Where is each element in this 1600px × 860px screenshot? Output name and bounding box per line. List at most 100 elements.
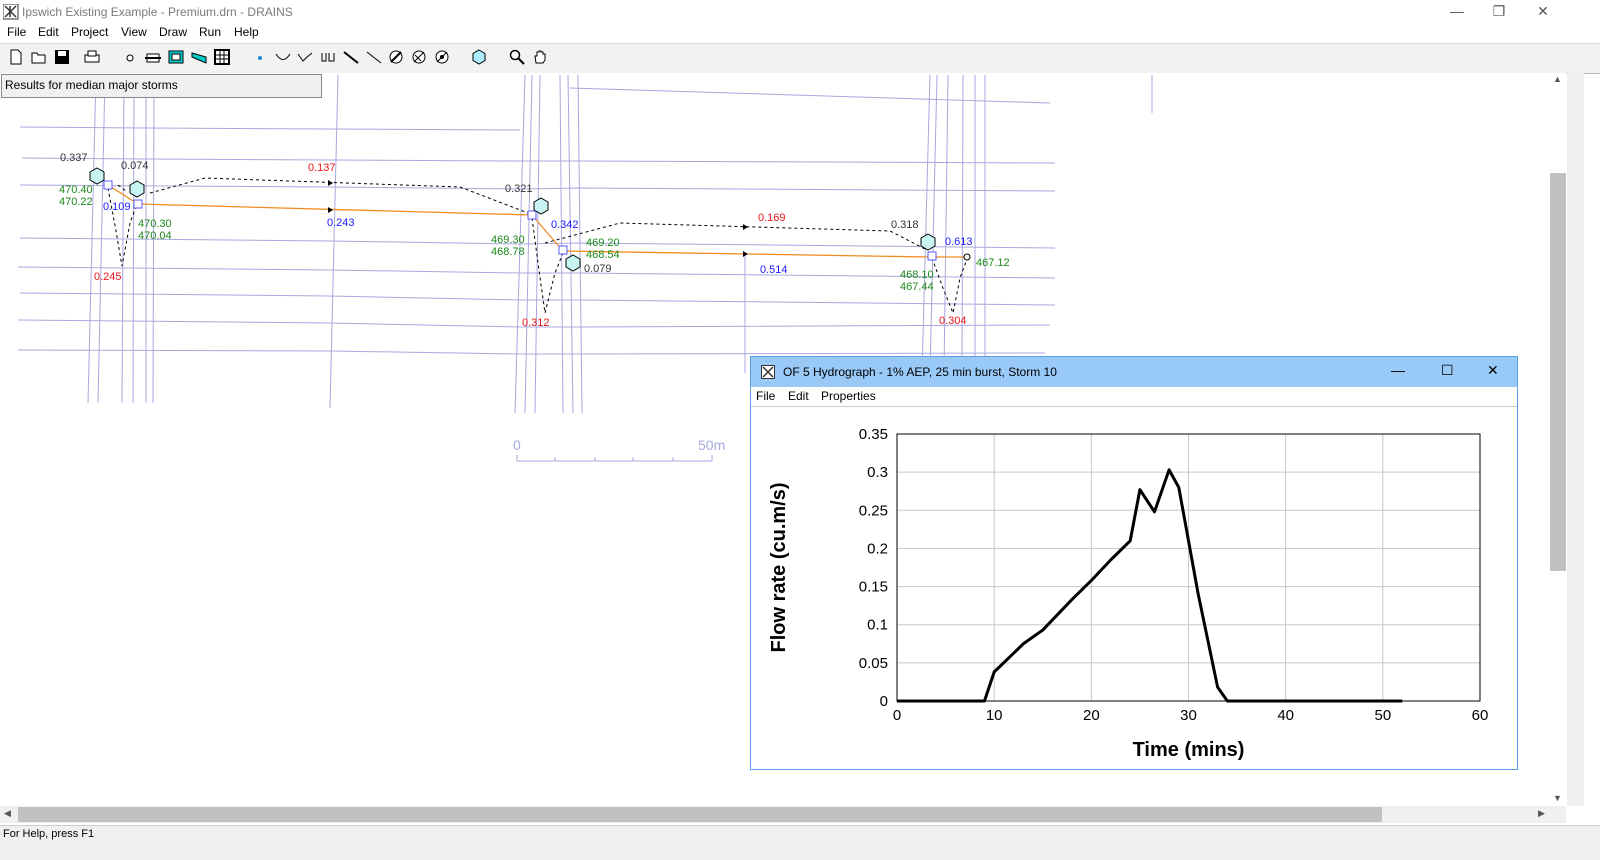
culvert-icon[interactable] — [318, 48, 338, 68]
vertical-scrollbar[interactable] — [1567, 73, 1584, 806]
link-label: 0.137 — [308, 162, 336, 174]
close-button[interactable]: ✕ — [1520, 0, 1566, 24]
minimize-button[interactable]: — — [1434, 0, 1480, 24]
y-tick-label: 0.3 — [867, 464, 888, 481]
menu-draw[interactable]: Draw — [159, 25, 187, 39]
scroll-up-icon[interactable]: ▲ — [1553, 74, 1562, 84]
node-label: 0.304 — [939, 315, 967, 327]
y-tick-label: 0.15 — [859, 579, 888, 596]
hydrograph-series-line — [897, 468, 1403, 703]
y-tick-label: 0.05 — [859, 655, 888, 672]
hydrograph-title-bar[interactable]: OF 5 Hydrograph - 1% AEP, 25 min burst, … — [751, 357, 1517, 387]
x-tick-label: 50 — [1374, 707, 1391, 724]
status-text: For Help, press F1 — [3, 828, 95, 840]
node-label: 0.079 — [584, 263, 612, 275]
menu-properties[interactable]: Properties — [821, 389, 876, 403]
results-caption: Results for median major storms — [1, 74, 322, 98]
pan-hand-icon[interactable] — [530, 48, 550, 68]
x-tick-label: 20 — [1083, 707, 1100, 724]
vertical-scroll-thumb[interactable] — [1550, 173, 1566, 571]
node-label: 0.337 — [60, 152, 88, 164]
menu-help[interactable]: Help — [234, 25, 259, 39]
pit-icon[interactable] — [143, 48, 163, 68]
outlet-label: 467.12 — [976, 257, 1010, 269]
diagonal-icon[interactable] — [364, 48, 384, 68]
y-axis-label: Flow rate (cu.m/s) — [768, 482, 790, 652]
title-bar: Ipswich Existing Example - Premium.drn -… — [0, 0, 1600, 24]
junction-icon[interactable] — [250, 48, 270, 68]
node-label: 0.321 — [505, 183, 533, 195]
x-tick-label: 60 — [1472, 707, 1489, 724]
node-label: 0.245 — [94, 271, 122, 283]
restore-button[interactable]: ❐ — [1476, 0, 1522, 24]
overflow-icon[interactable] — [273, 48, 293, 68]
x-tick-label: 40 — [1277, 707, 1294, 724]
link-label: 0.169 — [758, 212, 786, 224]
hydrograph-title: OF 5 Hydrograph - 1% AEP, 25 min burst, … — [783, 365, 1057, 379]
toolbar — [0, 43, 1600, 74]
zoom-icon[interactable] — [507, 48, 527, 68]
close-button[interactable]: ✕ — [1487, 362, 1499, 379]
x-axis-label: Time (mins) — [1133, 739, 1245, 761]
y-tick-label: 0.1 — [867, 617, 888, 634]
menu-file[interactable]: File — [756, 389, 775, 403]
channel-icon[interactable] — [189, 48, 209, 68]
new-file-icon[interactable] — [6, 48, 26, 68]
node-label: 0.613 — [945, 236, 973, 248]
x-tick-label: 30 — [1180, 707, 1197, 724]
y-tick-label: 0 — [880, 693, 888, 710]
node-label: 469.20 — [586, 237, 620, 249]
hydrograph-window[interactable]: OF 5 Hydrograph - 1% AEP, 25 min burst, … — [750, 356, 1518, 770]
status-bar — [0, 825, 1600, 860]
node-label: 470.04 — [138, 230, 172, 242]
weir-icon[interactable] — [295, 48, 315, 68]
hexagon-icon[interactable] — [469, 48, 489, 68]
window-title: Ipswich Existing Example - Premium.drn -… — [22, 5, 293, 19]
link-icon[interactable] — [341, 48, 361, 68]
node-label: 467.44 — [900, 281, 934, 293]
scroll-right-icon[interactable]: ▶ — [1538, 808, 1545, 819]
link-label: 0.243 — [327, 217, 355, 229]
hydrograph-menu-bar: File Edit Properties — [751, 387, 1517, 407]
minimize-button[interactable]: — — [1391, 362, 1405, 378]
x-tick-label: 10 — [986, 707, 1003, 724]
node-label: 469.30 — [491, 234, 525, 246]
node-label: 468.78 — [491, 246, 525, 258]
y-tick-label: 0.25 — [859, 502, 888, 519]
basin-icon[interactable] — [166, 48, 186, 68]
link-label: 0.514 — [760, 264, 788, 276]
node-label: 470.22 — [59, 196, 93, 208]
y-tick-label: 0.2 — [867, 540, 888, 557]
menu-edit[interactable]: Edit — [38, 25, 59, 39]
node-label: 0.318 — [891, 219, 919, 231]
node-icon[interactable] — [120, 48, 140, 68]
drains-app-icon — [761, 365, 775, 379]
menu-project[interactable]: Project — [71, 25, 108, 39]
grid-icon[interactable] — [212, 48, 232, 68]
node-label: 0.312 — [522, 317, 550, 329]
node-label: 470.30 — [138, 218, 172, 230]
sub-catchment-alt-icon[interactable] — [409, 48, 429, 68]
menu-edit[interactable]: Edit — [788, 389, 809, 403]
node-label: 470.40 — [59, 184, 93, 196]
y-tick-label: 0.35 — [859, 426, 888, 443]
horizontal-scroll-thumb[interactable] — [18, 807, 1382, 822]
detention-icon[interactable] — [432, 48, 452, 68]
save-icon[interactable] — [52, 48, 72, 68]
maximize-button[interactable]: ☐ — [1441, 362, 1454, 379]
scroll-left-icon[interactable]: ◀ — [4, 808, 11, 819]
node-label: 0.342 — [551, 219, 579, 231]
menu-file[interactable]: File — [7, 25, 26, 39]
menu-run[interactable]: Run — [199, 25, 221, 39]
drains-app-icon — [3, 4, 19, 20]
node-label: 0.109 — [103, 201, 131, 213]
hydrograph-chart: 0 10 20 30 40 50 60 0 0.05 0.1 0.15 0.2 0.25 0.3 0.35 T… — [768, 426, 1489, 761]
sub-catchment-icon[interactable] — [386, 48, 406, 68]
open-folder-icon[interactable] — [29, 48, 49, 68]
print-icon[interactable] — [82, 48, 102, 68]
scroll-down-icon[interactable]: ▼ — [1553, 793, 1562, 803]
scale-start-label: 0 — [513, 437, 521, 453]
x-tick-label: 0 — [893, 707, 901, 724]
menu-view[interactable]: View — [121, 25, 147, 39]
node-label: 0.074 — [121, 160, 149, 172]
